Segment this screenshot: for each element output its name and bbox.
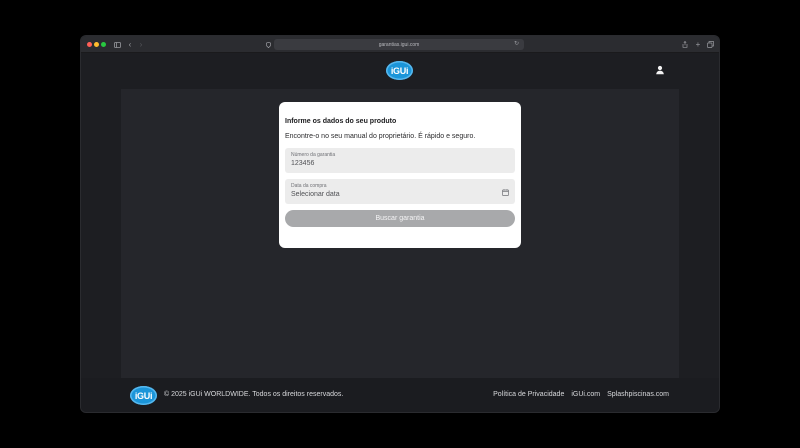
purchase-date-placeholder[interactable]: Selecionar data (291, 191, 340, 198)
user-icon[interactable] (655, 65, 665, 75)
search-warranty-button[interactable]: Buscar garantia (285, 210, 515, 227)
igui-logo[interactable]: iGUi (386, 61, 413, 80)
site-footer: iGUi © 2025 iGUi WORLDWIDE. Todos os dir… (81, 378, 719, 412)
browser-toolbar: ‹ › garantias.igui.com ↻ + (81, 36, 719, 53)
calendar-icon[interactable] (502, 189, 509, 196)
privacy-shield-icon[interactable] (264, 39, 272, 50)
forward-icon[interactable]: › (138, 39, 144, 50)
warranty-number-value[interactable]: 123456 (291, 160, 314, 167)
footer-logo-text: iGUi (134, 390, 153, 401)
url-text: garantias.igui.com (378, 41, 420, 48)
purchase-date-field[interactable]: Data da compra Selecionar data (285, 179, 515, 204)
igui-site-link[interactable]: iGUi.com (571, 391, 600, 398)
minimize-window-button[interactable] (94, 42, 99, 47)
form-subtitle: Encontre-o no seu manual do proprietário… (285, 133, 476, 140)
new-tab-icon[interactable]: + (694, 39, 702, 50)
warranty-number-label: Número da garantia (291, 152, 336, 158)
address-bar[interactable]: garantias.igui.com ↻ (274, 39, 524, 50)
browser-window: ‹ › garantias.igui.com ↻ + iGUi Informe … (81, 36, 719, 412)
tab-overview-icon[interactable] (706, 39, 714, 50)
logo-text: iGUi (390, 65, 409, 76)
warranty-lookup-card: Informe os dados do seu produto Encontre… (279, 102, 521, 248)
footer-igui-logo[interactable]: iGUi (130, 386, 157, 405)
copyright-text: © 2025 iGUi WORLDWIDE. Todos os direitos… (164, 391, 344, 398)
splash-piscinas-link[interactable]: Splashpiscinas.com (607, 391, 669, 398)
purchase-date-label: Data da compra (291, 183, 327, 189)
zoom-window-button[interactable] (101, 42, 106, 47)
site-header: iGUi (81, 53, 719, 89)
share-icon[interactable] (681, 39, 689, 50)
reload-icon[interactable]: ↻ (514, 40, 519, 47)
footer-links: Política de Privacidade iGUi.com Splashp… (493, 391, 669, 398)
warranty-number-field[interactable]: Número da garantia 123456 (285, 148, 515, 173)
form-title: Informe os dados do seu produto (285, 118, 397, 125)
privacy-policy-link[interactable]: Política de Privacidade (493, 391, 564, 398)
sidebar-icon[interactable] (113, 39, 121, 50)
close-window-button[interactable] (87, 42, 92, 47)
back-icon[interactable]: ‹ (127, 39, 133, 50)
